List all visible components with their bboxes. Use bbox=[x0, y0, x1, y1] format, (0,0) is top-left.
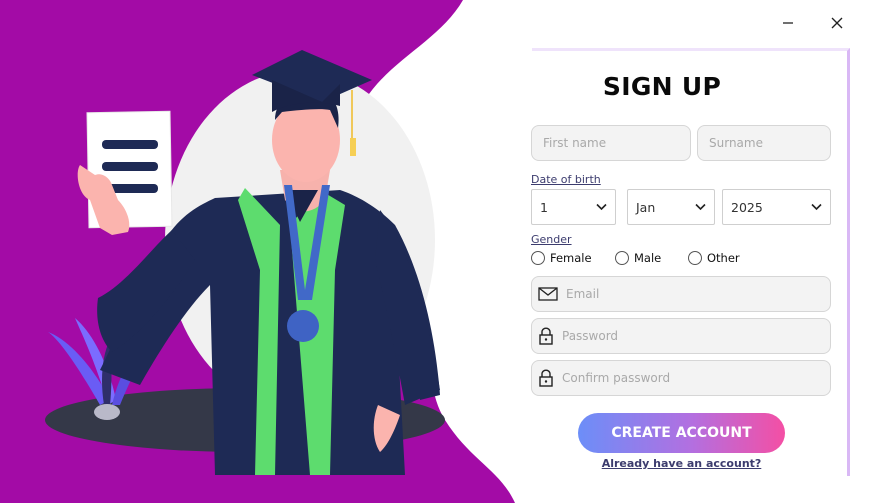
minimize-button[interactable] bbox=[773, 10, 803, 36]
confirm-password-placeholder: Confirm password bbox=[562, 371, 671, 385]
envelope-icon bbox=[538, 287, 558, 301]
password-placeholder: Password bbox=[562, 329, 619, 343]
email-placeholder: Email bbox=[566, 287, 600, 301]
radio-icon bbox=[688, 251, 702, 265]
surname-placeholder: Surname bbox=[709, 136, 763, 150]
radio-icon bbox=[615, 251, 629, 265]
chevron-down-icon bbox=[811, 203, 822, 211]
dob-label: Date of birth bbox=[531, 173, 601, 186]
first-name-field[interactable]: First name bbox=[531, 125, 691, 161]
create-account-button[interactable]: CREATE ACCOUNT bbox=[578, 413, 785, 453]
gender-option-label: Female bbox=[550, 251, 592, 265]
password-field[interactable]: Password bbox=[531, 318, 831, 354]
surname-field[interactable]: Surname bbox=[697, 125, 831, 161]
dob-month-select[interactable]: Jan bbox=[627, 189, 715, 225]
gender-option-male[interactable]: Male bbox=[615, 251, 661, 265]
gender-option-label: Other bbox=[707, 251, 740, 265]
signup-window: SIGN UP First name Surname Date of birth… bbox=[0, 0, 872, 503]
dob-year-value: 2025 bbox=[731, 199, 763, 215]
minimize-icon bbox=[783, 22, 793, 24]
lock-icon bbox=[538, 369, 554, 387]
dob-day-select[interactable]: 1 bbox=[531, 189, 616, 225]
close-button[interactable] bbox=[822, 10, 852, 36]
login-link[interactable]: Already have an account? bbox=[600, 457, 763, 470]
page-title: SIGN UP bbox=[602, 72, 722, 101]
medal bbox=[287, 310, 319, 342]
lock-icon bbox=[538, 327, 554, 345]
gender-option-other[interactable]: Other bbox=[688, 251, 740, 265]
radio-icon bbox=[531, 251, 545, 265]
chevron-down-icon bbox=[695, 203, 706, 211]
dob-year-select[interactable]: 2025 bbox=[722, 189, 831, 225]
email-field[interactable]: Email bbox=[531, 276, 831, 312]
gender-label: Gender bbox=[531, 233, 572, 246]
chevron-down-icon bbox=[596, 203, 607, 211]
graduate-illustration bbox=[0, 0, 515, 503]
confirm-password-field[interactable]: Confirm password bbox=[531, 360, 831, 396]
gender-option-female[interactable]: Female bbox=[531, 251, 592, 265]
gender-option-label: Male bbox=[634, 251, 662, 265]
dob-day-value: 1 bbox=[540, 199, 548, 215]
first-name-placeholder: First name bbox=[543, 136, 607, 150]
dob-month-value: Jan bbox=[636, 199, 656, 215]
close-icon bbox=[831, 17, 843, 29]
